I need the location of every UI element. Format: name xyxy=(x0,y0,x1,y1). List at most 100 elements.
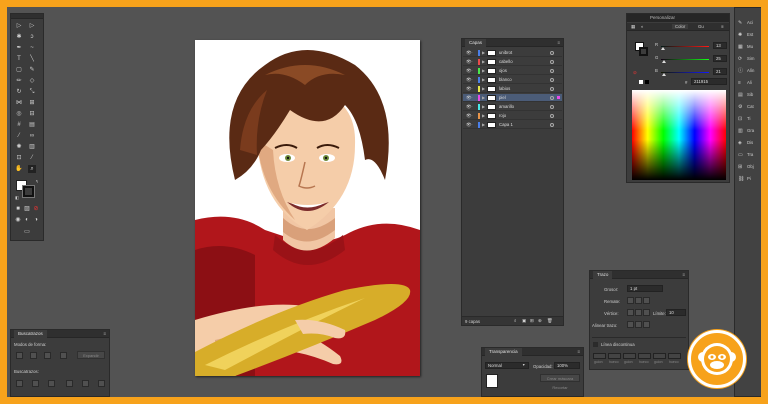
target-icon[interactable] xyxy=(550,87,554,91)
target-icon[interactable] xyxy=(550,105,554,109)
eye-icon[interactable]: 👁 xyxy=(466,94,472,102)
expand-icon[interactable]: ▶ xyxy=(482,121,485,129)
panel-menu-icon[interactable]: ≡ xyxy=(557,39,560,47)
lock-icon[interactable]: · xyxy=(472,121,474,129)
mesh-tool-icon[interactable]: # xyxy=(15,121,23,129)
layers-icon[interactable]: ◈ xyxy=(738,140,744,146)
swatch-icon[interactable]: ▦ xyxy=(738,44,744,50)
gap-field[interactable] xyxy=(608,353,621,359)
exclude-button[interactable] xyxy=(60,352,67,359)
gradient-mode-icon[interactable]: ▨ xyxy=(23,205,31,213)
color-guide-icon[interactable]: ◐ xyxy=(641,24,644,29)
slice-tool-icon[interactable]: ⁄ xyxy=(28,154,36,162)
align-outside-button[interactable] xyxy=(643,321,650,328)
sync-icon[interactable]: ⟳ xyxy=(738,56,744,62)
swap-fill-stroke-icon[interactable]: ↰ xyxy=(33,178,41,186)
draw-behind-icon[interactable]: ◐ xyxy=(23,216,31,224)
paintbrush-tool-icon[interactable]: ✎ xyxy=(28,66,36,74)
expand-icon[interactable]: ▶ xyxy=(482,103,485,111)
expand-icon[interactable]: ▶ xyxy=(482,49,485,57)
target-icon[interactable] xyxy=(550,96,554,100)
white-chip[interactable] xyxy=(639,80,643,84)
brush-icon[interactable]: ✎ xyxy=(738,20,744,26)
rectangle-tool-icon[interactable]: ▢ xyxy=(15,66,23,74)
perspective-grid-tool-icon[interactable]: ⊟ xyxy=(28,110,36,118)
color-spectrum[interactable] xyxy=(632,90,726,180)
stroke-swatch[interactable] xyxy=(23,186,34,197)
dock-label[interactable]: Aci xyxy=(747,20,753,25)
weight-field[interactable]: 1 pt xyxy=(627,285,663,292)
scale-tool-icon[interactable]: ⤡ xyxy=(28,88,36,96)
dock-label[interactable]: Est xyxy=(747,32,753,37)
line-tool-icon[interactable]: ╲ xyxy=(28,55,36,63)
type-tool-icon[interactable]: T xyxy=(15,55,23,63)
free-transform-tool-icon[interactable]: ⊞ xyxy=(28,99,36,107)
gap-field[interactable] xyxy=(638,353,651,359)
symbol-sprayer-tool-icon[interactable]: ✺ xyxy=(15,143,23,151)
eye-icon[interactable]: 👁 xyxy=(466,121,472,129)
square-cap-button[interactable] xyxy=(643,297,650,304)
magic-wand-tool-icon[interactable]: ✱ xyxy=(15,33,23,41)
eye-icon[interactable]: 👁 xyxy=(466,85,472,93)
opacity-field[interactable]: 100% xyxy=(554,362,580,369)
transparency-panel-header[interactable]: Transparencia ≡ xyxy=(482,348,583,356)
target-icon[interactable] xyxy=(550,114,554,118)
align-center-button[interactable] xyxy=(627,321,634,328)
b-value-field[interactable]: 21 xyxy=(713,68,727,75)
width-tool-icon[interactable]: ⋈ xyxy=(15,99,23,107)
out-of-gamut-icon[interactable]: ⊘ xyxy=(633,70,637,76)
b-slider-track[interactable] xyxy=(661,72,709,73)
clip-button[interactable]: Recortar xyxy=(540,384,580,392)
tools-panel-grip[interactable] xyxy=(11,14,43,19)
expand-icon[interactable]: ▶ xyxy=(482,85,485,93)
dock-label[interactable]: Cat xyxy=(747,104,754,109)
expand-icon[interactable]: ▶ xyxy=(482,76,485,84)
artboard-tool-icon[interactable]: ⊡ xyxy=(15,154,23,162)
layer-row[interactable]: 👁 · ▶ blanco xyxy=(463,76,562,84)
make-mask-button[interactable]: Crear máscara xyxy=(540,374,580,382)
layer-row[interactable]: 👁 · ▶ labios xyxy=(463,85,562,93)
lock-icon[interactable]: · xyxy=(472,67,474,75)
lock-icon[interactable]: · xyxy=(472,76,474,84)
workspace-label[interactable]: Personalizar xyxy=(630,15,675,20)
round-cap-button[interactable] xyxy=(635,297,642,304)
gap-field[interactable] xyxy=(668,353,681,359)
layer-row[interactable]: 👁 · ▶ rojo xyxy=(463,112,562,120)
panel-menu-icon[interactable]: ≡ xyxy=(577,348,580,356)
merge-button[interactable] xyxy=(48,380,55,387)
eye-icon[interactable]: 👁 xyxy=(466,58,472,66)
miter-join-button[interactable] xyxy=(627,309,634,316)
panel-menu-icon[interactable]: ≡ xyxy=(721,24,724,29)
dock-label[interactable]: Tra xyxy=(747,152,753,157)
align-inside-button[interactable] xyxy=(635,321,642,328)
layer-row[interactable]: 👁 · ▶ unibrot xyxy=(463,49,562,57)
lock-icon[interactable]: · xyxy=(472,94,474,102)
lib-icon[interactable]: ▤ xyxy=(738,92,744,98)
dock-label[interactable]: Alín xyxy=(747,68,754,73)
dock-label[interactable]: Dis xyxy=(747,140,753,145)
grid-icon[interactable]: ⊞ xyxy=(738,164,744,170)
dock-label[interactable]: Sim xyxy=(747,56,754,61)
new-layer-icon[interactable]: ⊕ xyxy=(538,318,542,324)
gear-icon[interactable]: ⚙ xyxy=(738,104,744,110)
tab-pathfinder[interactable]: Buscatrazos xyxy=(14,330,47,338)
spray-icon[interactable]: ✺ xyxy=(738,32,744,38)
panel-menu-icon[interactable]: ≡ xyxy=(682,271,685,279)
dock-label[interactable]: Ali xyxy=(747,80,752,85)
dashed-line-checkbox[interactable] xyxy=(593,342,598,347)
stroke-mini[interactable] xyxy=(639,47,648,56)
dash-field[interactable] xyxy=(623,353,636,359)
eye-icon[interactable]: 👁 xyxy=(466,103,472,111)
target-icon[interactable] xyxy=(550,60,554,64)
draw-inside-icon[interactable]: ◑ xyxy=(32,216,40,224)
lasso-tool-icon[interactable]: ↄ xyxy=(28,33,36,41)
dock-label[interactable]: Gra xyxy=(747,128,754,133)
eye-icon[interactable]: 👁 xyxy=(466,112,472,120)
pen-tool-icon[interactable]: ✒ xyxy=(15,44,23,52)
pencil-tool-icon[interactable]: ✏ xyxy=(15,77,23,85)
draw-mode-icon[interactable]: ◉ xyxy=(14,216,22,224)
layers-panel-header[interactable]: Capas ≡ xyxy=(462,39,563,47)
g-slider-track[interactable] xyxy=(661,59,709,60)
selection-tool-icon[interactable]: ▷ xyxy=(15,22,23,30)
blend-tool-icon[interactable]: ∞ xyxy=(28,132,36,140)
